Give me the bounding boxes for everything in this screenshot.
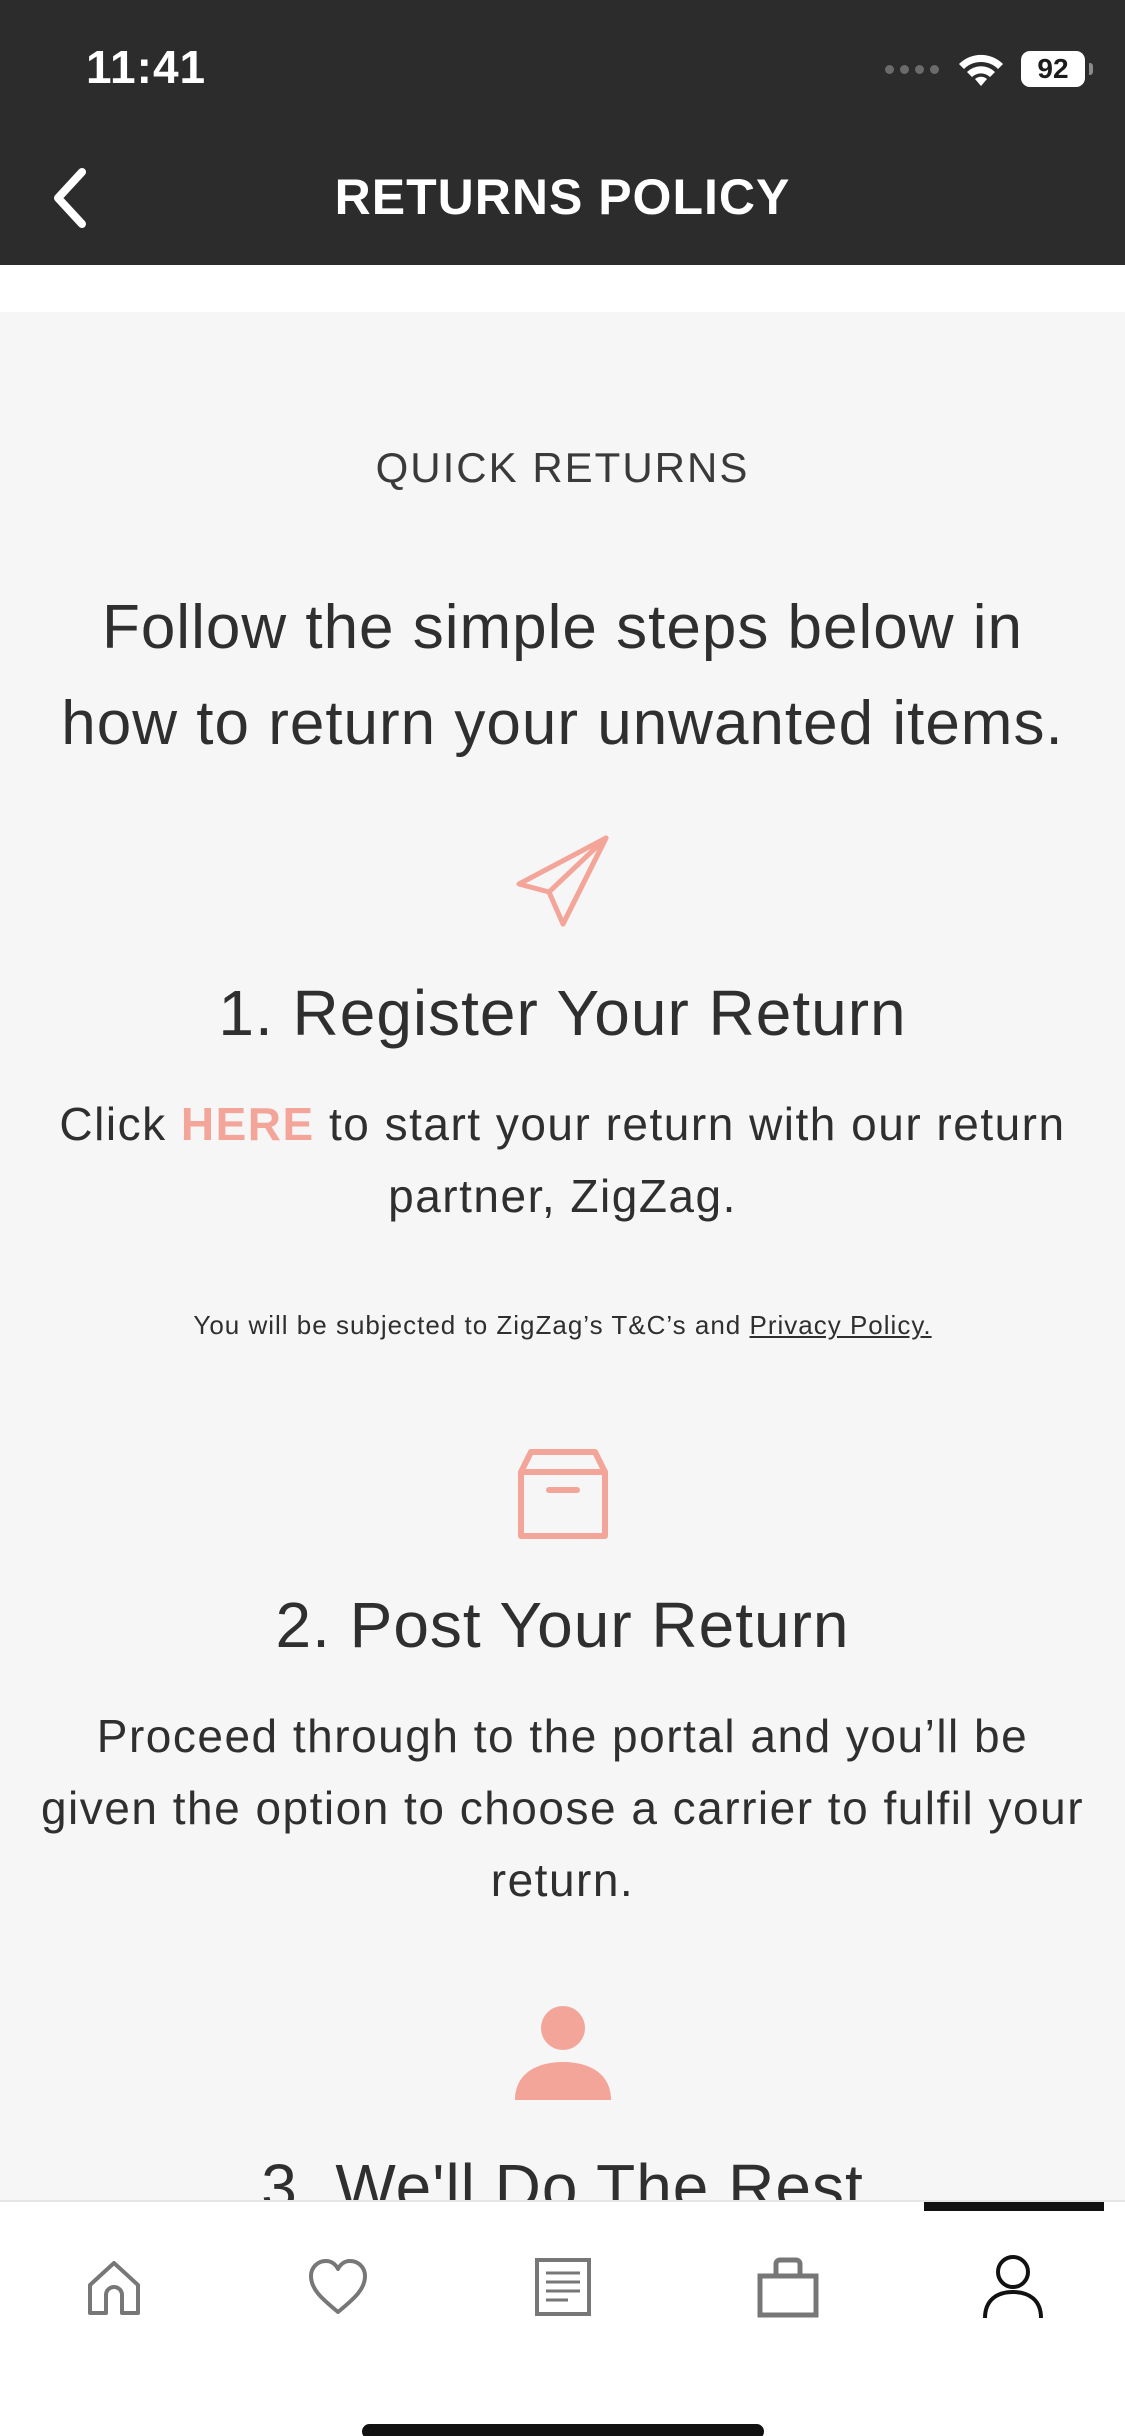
step-2-body: Proceed through to the portal and you’ll…	[40, 1710, 1085, 1906]
legal-note: You will be subjected to ZigZag’s T&C’s …	[0, 1310, 1125, 1341]
step-2-title: 2. Post Your Return	[275, 1589, 850, 1661]
step-1-body: Click HERE to start your return with our…	[40, 1088, 1085, 1232]
person-icon	[514, 2006, 611, 2100]
wifi-icon	[959, 54, 1003, 86]
tab-account[interactable]	[958, 2242, 1068, 2332]
heart-icon	[309, 2259, 367, 2314]
legal-text: You will be subjected to ZigZag’s T&C’s …	[193, 1310, 750, 1340]
step-3-title: 3. We'll Do The Rest	[261, 2151, 864, 2200]
header-spacer	[0, 265, 1125, 312]
here-link[interactable]: HERE	[181, 1098, 315, 1150]
tab-orders[interactable]	[508, 2242, 618, 2332]
step-3-icon-wrap	[0, 2006, 1125, 2100]
tab-home[interactable]	[59, 2242, 169, 2332]
shopping-bag-icon	[757, 2257, 819, 2318]
home-indicator	[362, 2424, 764, 2436]
paper-plane-icon	[516, 835, 608, 927]
step-1-icon-wrap	[0, 832, 1125, 932]
section-kicker: QUICK RETURNS	[375, 444, 750, 491]
returns-content[interactable]: QUICK RETURNS Follow the simple steps be…	[0, 312, 1125, 2200]
page-title: RETURNS POLICY	[334, 169, 791, 225]
tab-wishlist[interactable]	[283, 2242, 393, 2332]
privacy-policy-link[interactable]: Privacy Policy.	[750, 1310, 932, 1340]
step-1-title: 1. Register Your Return	[218, 977, 907, 1049]
battery-level: 92	[1037, 53, 1069, 84]
intro-line-1: Follow the simple steps below in	[101, 593, 1024, 662]
status-indicators: 92	[885, 46, 1093, 92]
tab-bag[interactable]	[733, 2242, 843, 2332]
box-icon	[517, 1449, 608, 1539]
step-1-body-suffix: to start your return with our return par…	[314, 1098, 1066, 1222]
intro-text: Follow the simple steps below in how to …	[0, 580, 1125, 772]
top-bar: 11:41 92 RETURNS POLICY	[0, 0, 1125, 265]
step-2-icon-wrap	[0, 1446, 1125, 1542]
document-icon	[535, 2258, 591, 2316]
battery-icon: 92	[1021, 51, 1093, 87]
intro-line-2: how to return your unwanted items.	[61, 689, 1064, 758]
cellular-signal-icon	[885, 64, 939, 74]
home-icon	[88, 2261, 140, 2315]
selected-tab-indicator	[924, 2202, 1104, 2211]
step-1-body-prefix: Click	[59, 1098, 181, 1150]
account-icon	[983, 2255, 1043, 2319]
bottom-tab-bar	[0, 2200, 1125, 2436]
status-time: 11:41	[86, 41, 207, 93]
